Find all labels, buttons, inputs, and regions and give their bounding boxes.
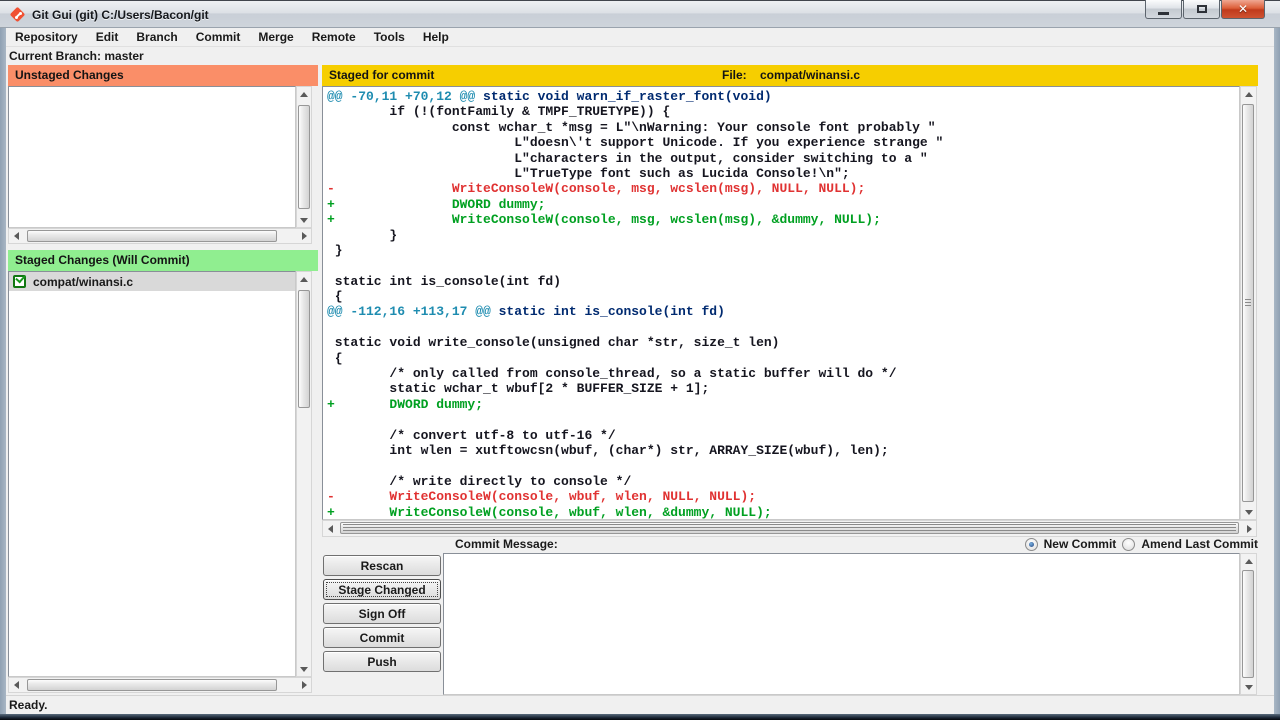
diff-line: + WriteConsoleW(console, msg, wcslen(msg… [327, 212, 1237, 227]
staged-file-row[interactable]: compat/winansi.c [9, 272, 295, 291]
diff-line [327, 258, 1237, 273]
new-commit-radio-label: New Commit [1044, 537, 1117, 551]
diff-line: int wlen = xutftowcsn(wbuf, (char*) str,… [327, 443, 1237, 458]
staged-file-name: compat/winansi.c [33, 275, 133, 289]
commit-button[interactable]: Commit [323, 627, 441, 648]
close-icon: ✕ [1238, 2, 1248, 16]
diff-line: + DWORD dummy; [327, 197, 1237, 212]
diff-line: { [327, 289, 1237, 304]
git-gui-window: Git Gui (git) C:/Users/Bacon/git ✕ Repos… [0, 0, 1280, 720]
action-button-column: Rescan Stage Changed Sign Off Commit Pus… [323, 555, 441, 672]
staged-file-list[interactable]: compat/winansi.c [8, 271, 296, 677]
diff-vertical-scrollbar[interactable] [1240, 86, 1257, 520]
amend-last-commit-radio[interactable] [1122, 538, 1135, 551]
minimize-icon [1158, 12, 1169, 15]
diff-line: /* write directly to console */ [327, 474, 1237, 489]
diff-line: L"TrueType font such as Lucida Console!\… [327, 166, 1237, 181]
diff-line: static wchar_t wbuf[2 * BUFFER_SIZE + 1]… [327, 381, 1237, 396]
new-commit-radio[interactable] [1025, 538, 1038, 551]
diff-header: Staged for commit File: compat/winansi.c [322, 65, 1258, 86]
diff-line [327, 458, 1237, 473]
diff-line: + WriteConsoleW(console, wbuf, wlen, &du… [327, 505, 1237, 520]
stage-changed-button[interactable]: Stage Changed [323, 579, 441, 600]
commit-message-box [443, 553, 1240, 695]
window-title: Git Gui (git) C:/Users/Bacon/git [32, 8, 209, 22]
scroll-up-icon[interactable] [297, 272, 311, 286]
scroll-left-icon[interactable] [9, 229, 23, 243]
staged-vertical-scrollbar[interactable] [296, 271, 312, 677]
diff-content: @@ -70,11 +70,12 @@ static void warn_if_… [327, 89, 1237, 520]
sign-off-button[interactable]: Sign Off [323, 603, 441, 624]
commit-message-label: Commit Message: [455, 537, 558, 551]
diff-file-name: compat/winansi.c [760, 65, 860, 86]
diff-line: - WriteConsoleW(console, msg, wcslen(msg… [327, 181, 1237, 196]
menu-repository[interactable]: Repository [6, 28, 87, 47]
scroll-down-icon[interactable] [1242, 680, 1256, 694]
diff-line: /* only called from console_thread, so a… [327, 366, 1237, 381]
diff-line [327, 412, 1237, 427]
unstaged-changes-header: Unstaged Changes [8, 65, 318, 86]
scroll-left-icon[interactable] [9, 678, 23, 692]
staged-horizontal-scrollbar[interactable] [8, 677, 312, 693]
rescan-button[interactable]: Rescan [323, 555, 441, 576]
diff-line: @@ -70,11 +70,12 @@ static void warn_if_… [327, 89, 1237, 104]
window-bottom-edge [0, 714, 1280, 720]
diff-line: - WriteConsoleW(console, wbuf, wlen, NUL… [327, 489, 1237, 504]
diff-horizontal-scrollbar[interactable] [322, 520, 1257, 537]
maximize-button[interactable] [1183, 0, 1220, 19]
menu-help[interactable]: Help [414, 28, 458, 47]
diff-header-title: Staged for commit [329, 68, 434, 82]
unstaged-vertical-scrollbar[interactable] [296, 86, 312, 228]
scroll-down-icon[interactable] [297, 213, 311, 227]
scroll-down-icon[interactable] [1242, 505, 1256, 519]
menu-tools[interactable]: Tools [365, 28, 414, 47]
scroll-right-icon[interactable] [297, 229, 311, 243]
scroll-down-icon[interactable] [297, 662, 311, 676]
diff-line: /* convert utf-8 to utf-16 */ [327, 428, 1237, 443]
menu-edit[interactable]: Edit [87, 28, 128, 47]
scroll-up-icon[interactable] [297, 87, 311, 101]
commit-message-scrollbar[interactable] [1240, 553, 1257, 695]
diff-file-label: File: [722, 65, 747, 86]
push-button[interactable]: Push [323, 651, 441, 672]
commit-type-radios: New Commit Amend Last Commit [950, 537, 1258, 551]
diff-line: { [327, 351, 1237, 366]
amend-last-commit-radio-label: Amend Last Commit [1141, 537, 1258, 551]
diff-line: + DWORD dummy; [327, 397, 1237, 412]
scroll-right-icon[interactable] [297, 678, 311, 692]
staged-checkbox-icon[interactable] [13, 275, 26, 288]
menu-commit[interactable]: Commit [187, 28, 250, 47]
diff-line [327, 320, 1237, 335]
diff-line: if (!(fontFamily & TMPF_TRUETYPE)) { [327, 104, 1237, 119]
menu-remote[interactable]: Remote [303, 28, 365, 47]
maximize-icon [1197, 5, 1207, 13]
scroll-right-icon[interactable] [1242, 522, 1256, 536]
diff-line: static void write_console(unsigned char … [327, 335, 1237, 350]
current-branch-bar: Current Branch: master [6, 47, 1274, 65]
staged-changes-header: Staged Changes (Will Commit) [8, 250, 318, 271]
menu-merge[interactable]: Merge [249, 28, 302, 47]
diff-line: @@ -112,16 +113,17 @@ static int is_cons… [327, 304, 1237, 319]
minimize-button[interactable] [1145, 0, 1182, 19]
scroll-up-icon[interactable] [1242, 87, 1256, 101]
menu-branch[interactable]: Branch [127, 28, 186, 47]
unstaged-horizontal-scrollbar[interactable] [8, 228, 312, 244]
status-bar: Ready. [6, 695, 1274, 714]
diff-line: const wchar_t *msg = L"\nWarning: Your c… [327, 120, 1237, 135]
diff-viewer[interactable]: @@ -70,11 +70,12 @@ static void warn_if_… [322, 86, 1240, 520]
menu-bar: Repository Edit Branch Commit Merge Remo… [6, 28, 1274, 47]
scroll-up-icon[interactable] [1242, 554, 1256, 568]
titlebar[interactable]: Git Gui (git) C:/Users/Bacon/git [0, 0, 1280, 28]
diff-line: L"doesn\'t support Unicode. If you exper… [327, 135, 1237, 150]
diff-line: static int is_console(int fd) [327, 274, 1237, 289]
scroll-left-icon[interactable] [323, 522, 337, 536]
git-logo-icon [10, 7, 26, 23]
diff-line: } [327, 228, 1237, 243]
diff-line: L"characters in the output, consider swi… [327, 151, 1237, 166]
close-button[interactable]: ✕ [1221, 0, 1265, 19]
commit-message-input[interactable] [444, 554, 1239, 694]
diff-line: } [327, 243, 1237, 258]
unstaged-file-list[interactable] [8, 86, 296, 228]
window-controls: ✕ [1144, 0, 1265, 19]
